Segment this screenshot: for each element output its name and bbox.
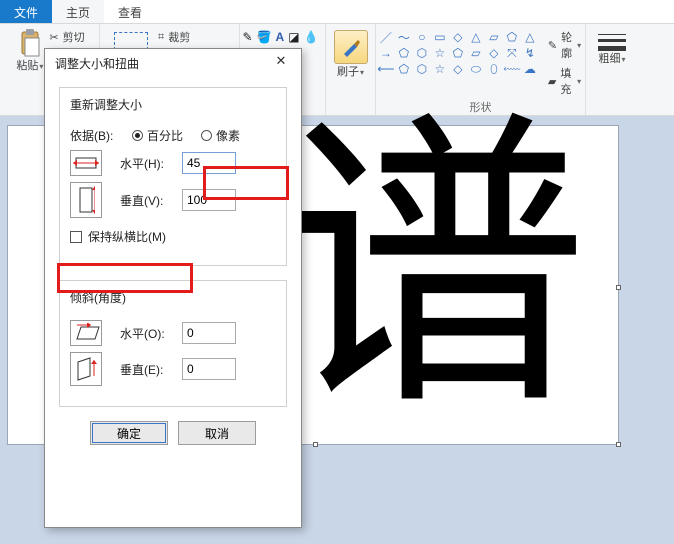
skew-h-label: 水平(O):: [120, 325, 182, 342]
radio-percent-label: 百分比: [147, 127, 183, 144]
horiz-input[interactable]: [182, 152, 236, 174]
skew-fieldset: 倾斜(角度) 水平(O): 垂直(E):: [59, 280, 287, 407]
tab-home[interactable]: 主页: [52, 0, 104, 23]
radio-percent[interactable]: [132, 130, 143, 141]
text-icon[interactable]: A: [276, 30, 285, 44]
brush-button[interactable]: 刷子▾: [330, 26, 372, 81]
resize-horiz-icon: [70, 150, 102, 176]
outline-icon: ✎: [548, 39, 557, 52]
tab-file[interactable]: 文件: [0, 0, 52, 23]
fill-icon: ▰: [548, 75, 556, 88]
outline-button[interactable]: ✎轮廓▾: [546, 28, 583, 62]
dialog-title: 调整大小和扭曲: [55, 55, 139, 72]
aspect-checkbox[interactable]: [70, 231, 82, 243]
ok-button[interactable]: 确定: [90, 421, 168, 445]
skew-v-label: 垂直(E):: [120, 361, 182, 378]
by-label: 依据(B):: [70, 127, 132, 144]
brush-icon: [334, 30, 368, 64]
horiz-label: 水平(H):: [120, 155, 182, 172]
crop-icon: ⌗: [158, 31, 164, 44]
skew-v-input[interactable]: [182, 358, 236, 380]
resize-vert-icon: [70, 182, 102, 218]
resize-fieldset: 重新调整大小 依据(B): 百分比 像素 水平(H): 垂直(V):: [59, 87, 287, 266]
vert-label: 垂直(V):: [120, 192, 182, 209]
radio-pixels[interactable]: [201, 130, 212, 141]
canvas-character: 谱: [278, 116, 588, 426]
crop-button[interactable]: ⌗裁剪: [156, 28, 233, 46]
aspect-label: 保持纵横比(M): [88, 228, 166, 245]
fill-button[interactable]: ▰填充▾: [546, 64, 583, 98]
paste-label: 粘贴: [16, 60, 38, 72]
skew-vert-icon: [70, 352, 102, 386]
tab-view[interactable]: 查看: [104, 0, 156, 23]
close-icon[interactable]: ✕: [267, 53, 295, 73]
eraser-icon[interactable]: ◪: [288, 30, 299, 44]
scissors-icon: ✂: [49, 31, 58, 44]
cut-button[interactable]: ✂剪切: [47, 28, 86, 46]
tab-strip: 文件 主页 查看: [0, 0, 674, 24]
skew-fieldset-title: 倾斜(角度): [66, 289, 130, 306]
paste-button[interactable]: 粘贴▾: [12, 26, 47, 75]
bucket-icon[interactable]: 🪣: [257, 30, 272, 44]
resize-fieldset-title: 重新调整大小: [66, 96, 146, 113]
brush-label: 刷子: [337, 66, 359, 78]
vert-input[interactable]: [182, 189, 236, 211]
cancel-button[interactable]: 取消: [178, 421, 256, 445]
shapes-gallery[interactable]: ／〜○▭◇△▱⬠△ →⬠⬡☆⬠▱◇⤧↯ ⟵⬠⬡☆◇⬭⬯⬳☁: [378, 26, 538, 76]
thickness-icon: [595, 28, 629, 51]
skew-h-input[interactable]: [182, 322, 236, 344]
thickness-button[interactable]: 粗细▾: [591, 26, 633, 68]
pencil-icon[interactable]: ✎: [243, 30, 253, 44]
resize-skew-dialog: 调整大小和扭曲 ✕ 重新调整大小 依据(B): 百分比 像素 水平(H):: [44, 48, 302, 528]
radio-pixels-label: 像素: [216, 127, 240, 144]
picker-icon[interactable]: 💧: [304, 30, 319, 44]
skew-horiz-icon: [70, 320, 102, 346]
